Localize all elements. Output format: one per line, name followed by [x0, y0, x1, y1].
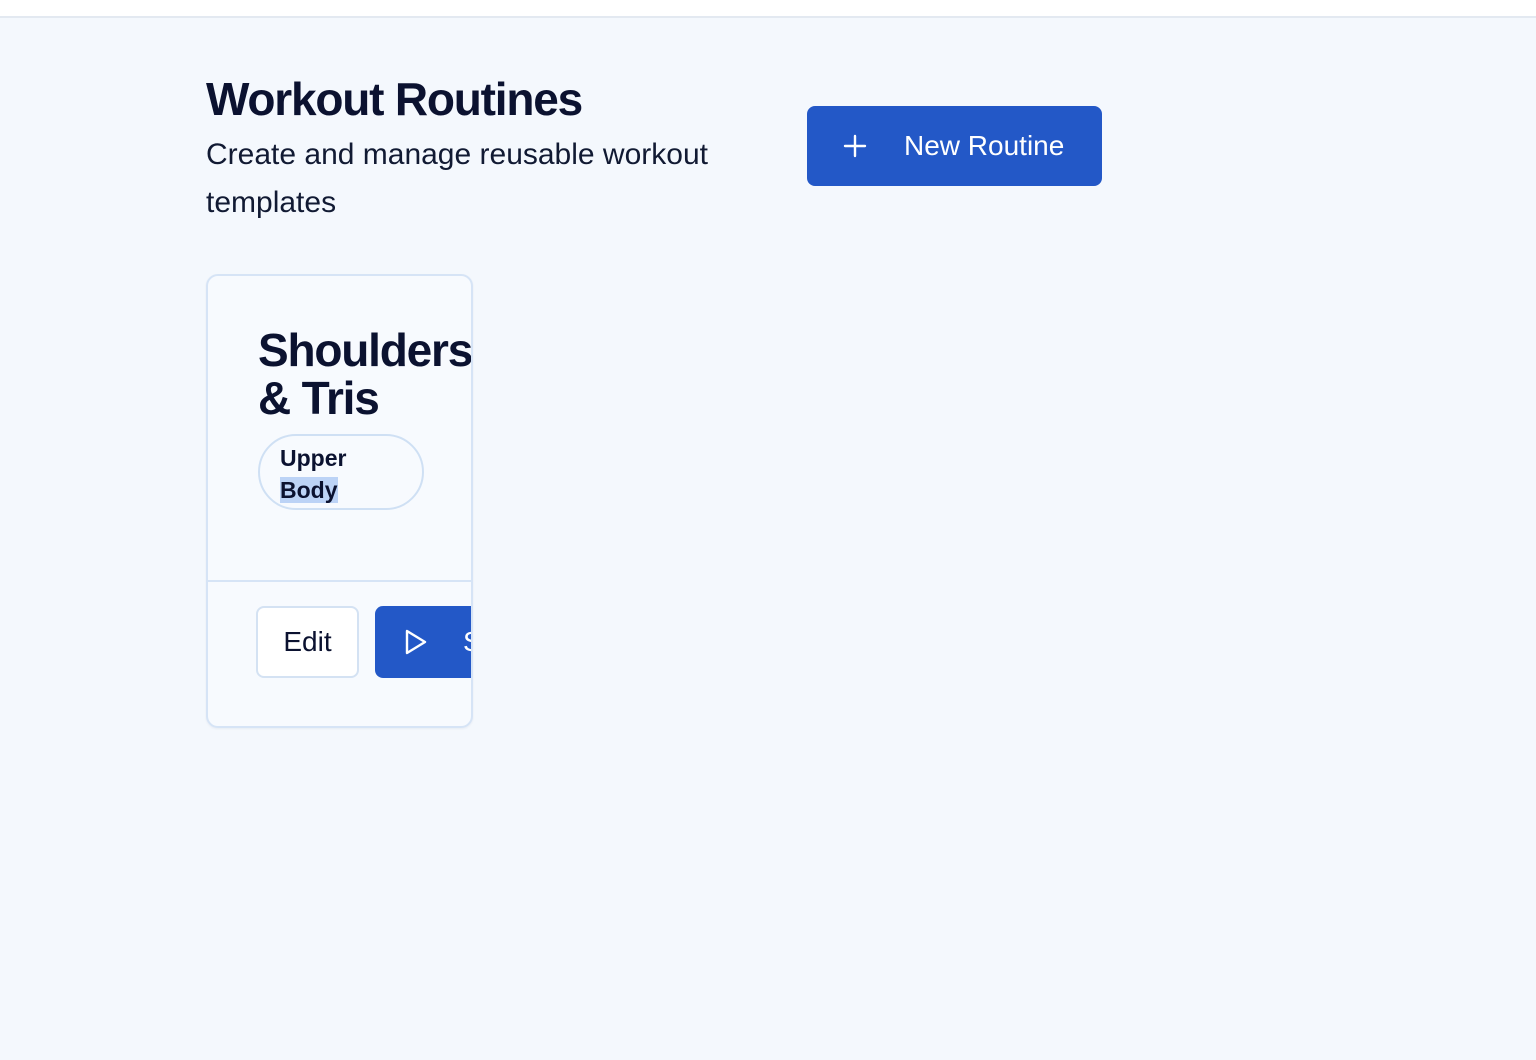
plus-icon: [843, 134, 867, 158]
category-badge: Upper Body: [258, 434, 424, 510]
new-routine-button[interactable]: New Routine: [807, 106, 1102, 186]
category-label: Upper Body: [280, 442, 360, 506]
edit-button[interactable]: Edit: [256, 606, 359, 678]
start-button[interactable]: Start: [375, 606, 471, 678]
category-first-word: Upper: [280, 445, 347, 471]
page-subtitle: Create and manage reusable workout templ…: [206, 138, 708, 219]
category-selected-word: Body: [280, 477, 338, 503]
page-title: Workout Routines: [206, 73, 583, 125]
new-routine-label: New Routine: [904, 130, 1065, 161]
top-bar: [0, 0, 1536, 18]
routine-card: Shoulders & Tris Upper Body Edit Start: [206, 274, 473, 728]
start-label: Start: [463, 624, 471, 660]
play-icon: [405, 629, 427, 655]
routine-name: Shoulders & Tris: [258, 324, 473, 424]
card-divider: [208, 580, 471, 582]
